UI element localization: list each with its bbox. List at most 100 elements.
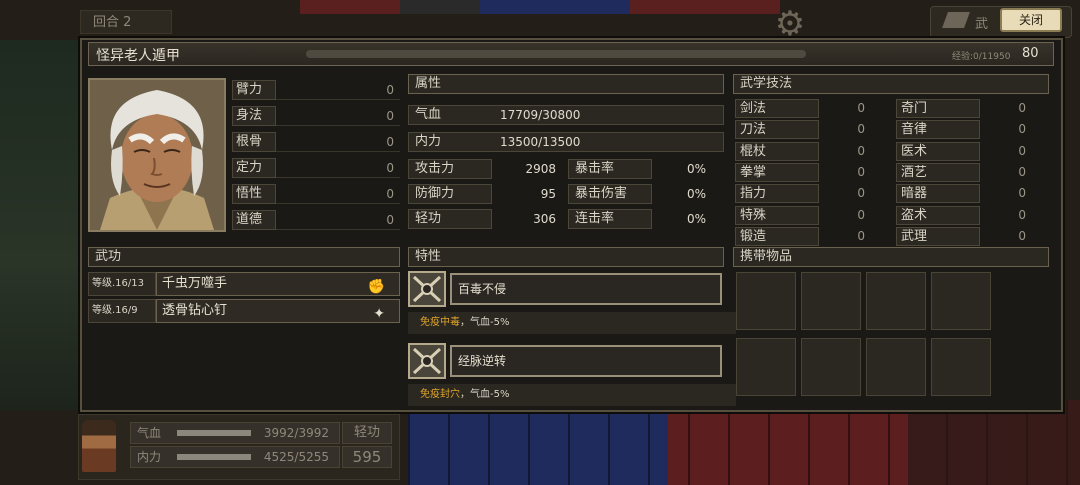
settings-gear-icon[interactable]: ⚙ [768, 6, 812, 42]
hud-hp-value: 3992/3992 [263, 426, 329, 440]
technique-label: 武理 [896, 226, 980, 246]
martial-techniques-header: 武学技法 [733, 74, 1049, 94]
inventory-slot[interactable] [931, 338, 991, 396]
kungfu-name-text: 千虫万噬手 [162, 276, 228, 291]
technique-value: 0 [1018, 207, 1026, 222]
top-right-button-label: 武 [975, 17, 989, 32]
attr-value: 95 [540, 187, 556, 201]
trait-icon [408, 343, 446, 379]
technique-value: 0 [857, 207, 865, 222]
technique-value: 0 [1018, 122, 1026, 137]
exp-bar [306, 50, 806, 58]
kungfu-level: 等级.16/13 [88, 272, 156, 296]
kungfu-item[interactable]: 等级.16/9 透骨钻心钉 ✦ [88, 299, 400, 323]
hud-hp-row: 气血 3992/3992 [130, 422, 340, 444]
kungfu-name: 透骨钻心钉 ✦ [156, 299, 400, 323]
technique-label: 暗器 [896, 184, 980, 204]
technique-value: 0 [1018, 143, 1026, 158]
trait-name[interactable]: 经脉逆转 [450, 345, 722, 377]
inventory-slot[interactable] [866, 272, 926, 330]
player-avatar[interactable] [82, 420, 116, 472]
crossed-swords-icon [410, 273, 444, 305]
trait-name[interactable]: 百毒不侵 [450, 273, 722, 305]
technique-label: 音律 [896, 120, 980, 140]
hud-qinggong-label[interactable]: 轻功 [342, 422, 392, 444]
technique-label: 棍杖 [735, 141, 819, 161]
technique-value: 0 [1018, 101, 1026, 115]
crossed-swords-icon [410, 345, 444, 377]
base-stat-label: 定力 [232, 158, 276, 178]
hud-hp-bar [177, 430, 251, 436]
trait-desc-highlight: 免疫中毒 [420, 317, 460, 328]
technique-value: 0 [857, 228, 865, 243]
inventory-slot[interactable] [801, 338, 861, 396]
board-tiles-top [300, 0, 780, 14]
technique-value: 0 [1018, 186, 1026, 201]
base-stat-value: 0 [276, 132, 400, 152]
attr-value: 2908 [525, 162, 556, 176]
technique-label: 拳掌 [735, 162, 819, 182]
technique-label: 剑法 [735, 99, 819, 118]
inventory-slot[interactable] [931, 272, 991, 330]
board-tiles-right [908, 400, 1080, 485]
base-stat-value: 0 [276, 158, 400, 178]
technique-label: 酒艺 [896, 162, 980, 182]
eraser-icon [942, 12, 970, 28]
technique-label: 刀法 [735, 120, 819, 140]
close-button[interactable]: 关闭 [1000, 8, 1062, 32]
trait-description: 免疫封穴，气血-5% [408, 384, 736, 406]
character-portrait [88, 78, 226, 232]
inventory-slot[interactable] [866, 338, 926, 396]
scenery-left [0, 40, 82, 410]
attr-hp-value: 17709/30800 [500, 108, 581, 122]
base-stat-value: 0 [276, 106, 400, 126]
level-text: 80 [1022, 46, 1039, 61]
trait-icon [408, 271, 446, 307]
hud-mp-label: 内力 [137, 450, 162, 464]
inventory-slot[interactable] [736, 338, 796, 396]
inventory-slot[interactable] [801, 272, 861, 330]
inventory-header: 携带物品 [733, 247, 1049, 267]
attr-value: 0% [686, 162, 706, 176]
kungfu-name: 千虫万噬手 ✊ [156, 272, 400, 296]
attr-label: 暴击率 [568, 159, 652, 179]
attr-label: 攻击力 [408, 159, 492, 179]
base-stat-value: 0 [276, 210, 400, 230]
trait-desc-rest: ，气血-5% [460, 389, 510, 400]
kungfu-item[interactable]: 等级.16/13 千虫万噬手 ✊ [88, 272, 400, 296]
base-stat-label: 根骨 [232, 132, 276, 152]
technique-value: 0 [857, 101, 865, 115]
hud-mp-bar [177, 454, 251, 460]
attr-mp-label: 内力 [415, 134, 442, 149]
kungfu-header: 武功 [88, 247, 400, 267]
attr-label: 连击率 [568, 209, 652, 229]
fist-icon: ✊ [367, 279, 385, 295]
trait-description: 免疫中毒，气血-5% [408, 312, 736, 334]
hud-mp-row: 内力 4525/5255 [130, 446, 340, 468]
attr-hp-label: 气血 [415, 107, 442, 122]
technique-value: 0 [1018, 164, 1026, 179]
trait-desc-rest: ，气血-5% [460, 317, 510, 328]
traits-header: 特性 [408, 247, 724, 267]
attr-value: 306 [533, 212, 556, 226]
technique-value: 0 [857, 143, 865, 158]
attr-label: 暴击伤害 [568, 184, 652, 204]
old-man-portrait-image [90, 80, 224, 230]
base-stat-value: 0 [276, 80, 400, 100]
technique-label: 锻造 [735, 226, 819, 246]
technique-label: 盗术 [896, 205, 980, 225]
technique-label: 指力 [735, 184, 819, 204]
attr-mp-value: 13500/13500 [500, 135, 581, 149]
kungfu-level: 等级.16/9 [88, 299, 156, 323]
inventory-slot[interactable] [736, 272, 796, 330]
board-tiles-bottom [408, 410, 908, 485]
base-stat-label: 身法 [232, 106, 276, 126]
attr-label: 轻功 [408, 209, 492, 229]
trait-desc-highlight: 免疫封穴 [420, 389, 460, 400]
technique-value: 0 [1018, 228, 1026, 243]
base-stat-label: 悟性 [232, 184, 276, 204]
attr-label: 防御力 [408, 184, 492, 204]
technique-label: 特殊 [735, 205, 819, 225]
attr-value: 0% [686, 212, 706, 226]
base-stat-value: 0 [276, 184, 400, 204]
